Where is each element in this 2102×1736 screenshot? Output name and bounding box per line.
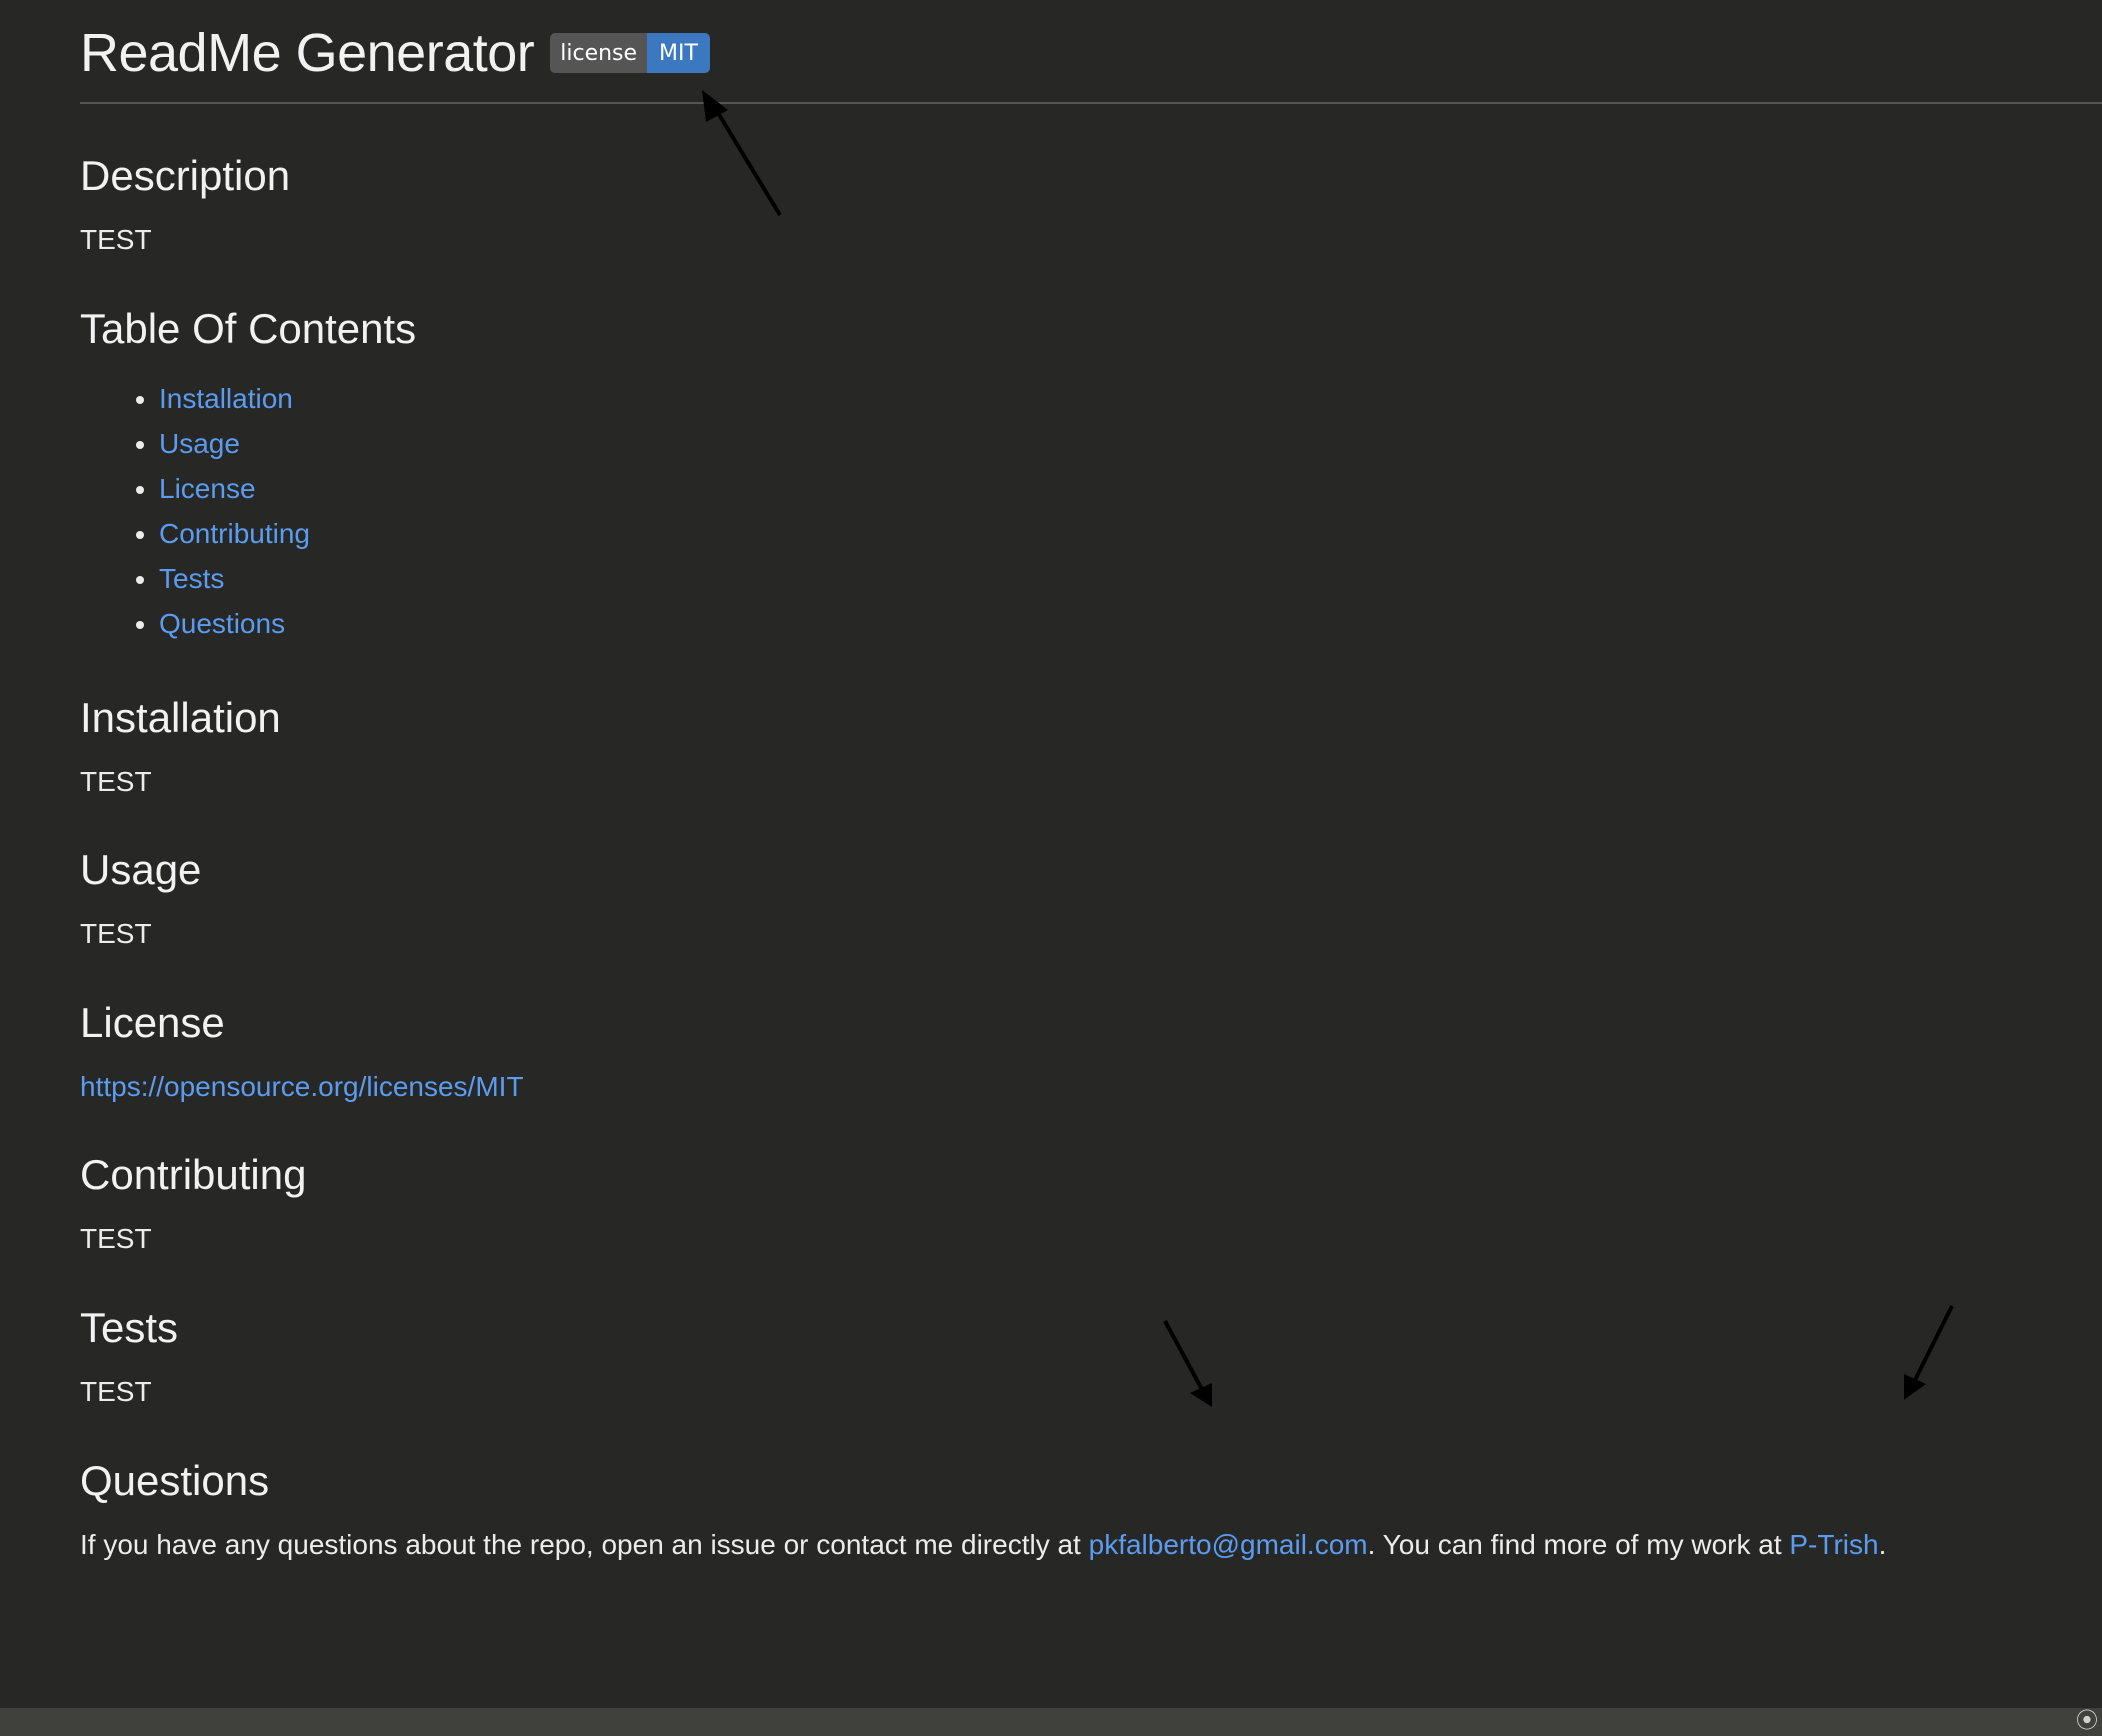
questions-text-middle: . You can find more of my work at (1367, 1528, 1790, 1560)
readme-preview: ReadMe Generator license MIT Description… (80, 0, 2102, 1561)
section-description: Description TEST (80, 155, 2102, 257)
annotation-arrow-badge (702, 90, 782, 217)
license-badge[interactable]: license MIT (550, 33, 710, 73)
section-toc: Table Of Contents Installation Usage Lic… (80, 304, 2102, 646)
page-title: ReadMe Generator (80, 23, 535, 83)
section-questions: Questions If you have any questions abou… (80, 1456, 2102, 1562)
section-contributing: Contributing TEST (80, 1154, 2102, 1256)
github-link[interactable]: P-Trish (1789, 1529, 1878, 1560)
annotation-arrow-email (1163, 1320, 1212, 1407)
heading-questions: Questions (80, 1456, 270, 1504)
toc-item: Questions (159, 601, 2102, 646)
toc-item: License (159, 466, 2102, 511)
heading-description: Description (80, 152, 291, 199)
installation-text: TEST (80, 765, 152, 797)
tests-text: TEST (80, 1375, 152, 1407)
heading-installation: Installation (80, 693, 281, 741)
status-bar: ⦿ (0, 1708, 2102, 1736)
section-installation: Installation TEST (80, 693, 2102, 799)
usage-text: TEST (80, 918, 152, 950)
toc-item: Installation (159, 376, 2102, 421)
description-text: TEST (80, 224, 152, 255)
toc-link-questions[interactable]: Questions (159, 608, 285, 639)
license-badge-label: license (550, 33, 648, 73)
questions-text-after: . (1878, 1528, 1887, 1560)
heading-tests: Tests (80, 1303, 179, 1351)
annotation-arrow-github (1904, 1305, 1954, 1400)
heading-license: License (80, 998, 225, 1046)
heading-contributing: Contributing (80, 1151, 307, 1199)
section-usage: Usage TEST (80, 849, 2102, 951)
section-license: License https://opensource.org/licenses/… (80, 998, 2102, 1104)
toc-item: Tests (159, 556, 2102, 601)
toc-link-usage[interactable]: Usage (159, 428, 240, 459)
toc-item: Contributing (159, 511, 2102, 556)
contributing-text: TEST (80, 1223, 152, 1255)
broadcast-icon[interactable]: ⦿ (2076, 1708, 2102, 1736)
section-tests: Tests TEST (80, 1303, 2102, 1409)
license-link[interactable]: https://opensource.org/licenses/MIT (80, 1071, 524, 1102)
email-link[interactable]: pkfalberto@gmail.com (1089, 1529, 1368, 1560)
heading-toc: Table Of Contents (80, 304, 417, 352)
toc-link-tests[interactable]: Tests (159, 563, 224, 594)
heading-usage: Usage (80, 846, 202, 894)
license-paragraph: https://opensource.org/licenses/MIT (80, 1070, 2102, 1104)
questions-text: If you have any questions about the repo… (80, 1528, 2102, 1562)
license-badge-value: MIT (647, 33, 710, 73)
questions-text-before: If you have any questions about the repo… (80, 1528, 1089, 1560)
toc-item: Usage (159, 421, 2102, 466)
toc-link-installation[interactable]: Installation (159, 383, 293, 414)
title-row: ReadMe Generator license MIT (80, 0, 2102, 104)
toc-link-contributing[interactable]: Contributing (159, 518, 310, 549)
toc-link-license[interactable]: License (159, 473, 256, 504)
toc-list: Installation Usage License Contributing … (80, 376, 2102, 646)
